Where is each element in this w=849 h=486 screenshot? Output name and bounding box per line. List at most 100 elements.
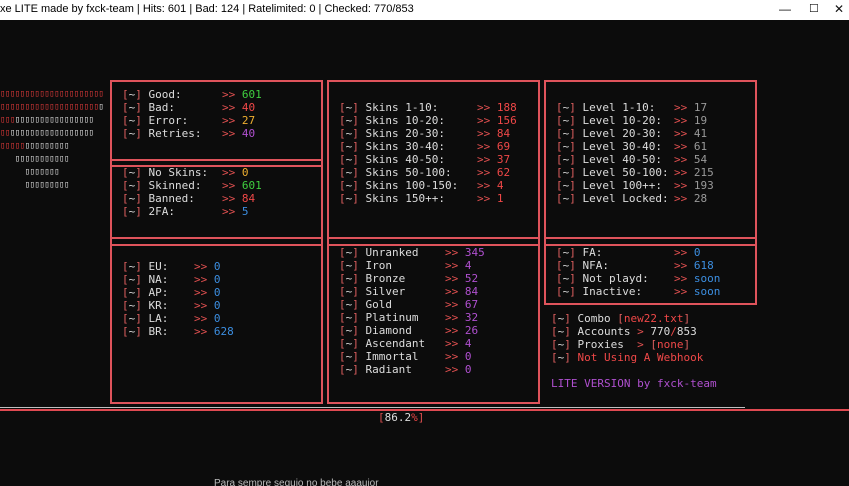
skins_state-label: Banned: — [148, 192, 195, 205]
access-label: FA: — [582, 246, 603, 259]
skins-value: >> 156 — [477, 114, 517, 127]
regions-value: >> 0 — [194, 260, 221, 273]
skins-value: >> 69 — [477, 140, 511, 153]
status-value: >> 40 — [222, 101, 256, 114]
ranks-value: >> 345 — [445, 246, 485, 259]
levels-label: Level 10-20: — [582, 114, 662, 127]
ranks-value: >> 67 — [445, 298, 479, 311]
skins-label: Skins 50-100: — [365, 166, 452, 179]
ranks-label: Silver — [365, 285, 406, 298]
cutoff-text: Para sempre sequio no bebe aaauior — [214, 478, 379, 486]
ranks-label: Radiant — [365, 363, 412, 376]
levels-label: Level Locked: — [582, 192, 669, 205]
access-value: >> soon — [674, 272, 721, 285]
ranks-row: [~] Immortal — [339, 350, 419, 363]
levels-label: Level 100++: — [582, 179, 662, 192]
skins-row: [~] Skins 10-20: — [339, 114, 445, 127]
skins_state-label: 2FA: — [148, 205, 176, 218]
regions-value: >> 0 — [194, 299, 221, 312]
access-row: [~] Inactive: — [556, 285, 643, 298]
skins-label: Skins 20-30: — [365, 127, 445, 140]
webhook-line: [~] Not Using A Webhook — [551, 351, 704, 364]
regions-label: LA: — [148, 312, 169, 325]
regions-row: [~] KR: — [122, 299, 169, 312]
ranks-label: Iron — [365, 259, 393, 272]
levels-value: >> 215 — [674, 166, 714, 179]
ranks-label: Bronze — [365, 272, 406, 285]
regions-value: >> 628 — [194, 325, 234, 338]
skins-row: [~] Skins 20-30: — [339, 127, 445, 140]
progress-bar — [0, 409, 849, 411]
access-label: Inactive: — [582, 285, 643, 298]
levels-row: [~] Level 40-50: — [556, 153, 662, 166]
regions-label: KR: — [148, 299, 169, 312]
skins-value: >> 37 — [477, 153, 511, 166]
skins_state-value: >> 0 — [222, 166, 249, 179]
levels-row: [~] Level 10-20: — [556, 114, 662, 127]
ranks-label: Platinum — [365, 311, 419, 324]
access-value: >> 618 — [674, 259, 714, 272]
skins_state-label: Skinned: — [148, 179, 202, 192]
regions-label: EU: — [148, 260, 169, 273]
skins_state-row: [~] Banned: — [122, 192, 195, 205]
levels-value: >> 41 — [674, 127, 708, 140]
access-value: >> soon — [674, 285, 721, 298]
regions-row: [~] AP: — [122, 286, 169, 299]
skins-row: [~] Skins 40-50: — [339, 153, 445, 166]
regions-label: BR: — [148, 325, 169, 338]
status-value: >> 40 — [222, 127, 256, 140]
ranks-label: Diamond — [365, 324, 412, 337]
ascii-logo: ▯▯▯▯▯▯▯▯▯▯▯▯▯▯▯▯▯▯▯▯▯ ▯▯▯▯▯▯▯▯▯▯▯▯▯▯▯▯▯▯… — [0, 89, 104, 190]
status-value: >> 27 — [222, 114, 256, 127]
maximize-button[interactable]: ☐ — [809, 2, 819, 15]
skins_state-row: [~] No Skins: — [122, 166, 209, 179]
regions-row: [~] EU: — [122, 260, 169, 273]
ranks-value: >> 4 — [445, 337, 472, 350]
skins_state-row: [~] 2FA: — [122, 205, 175, 218]
access-value: >> 0 — [674, 246, 701, 259]
window-title: xe LITE made by fxck-team | Hits: 601 | … — [0, 3, 414, 15]
skins-row: [~] Skins 150++: — [339, 192, 445, 205]
levels-value: >> 61 — [674, 140, 708, 153]
regions-row: [~] LA: — [122, 312, 169, 325]
close-button[interactable]: ✕ — [834, 2, 844, 16]
ranks-value: >> 26 — [445, 324, 479, 337]
ranks-label: Unranked — [365, 246, 419, 259]
skins-value: >> 188 — [477, 101, 517, 114]
proxies-line: [~] Proxies > [none] — [551, 338, 691, 351]
skins-label: Skins 100-150: — [365, 179, 459, 192]
minimize-button[interactable]: — — [779, 2, 791, 16]
ranks-value: >> 0 — [445, 350, 472, 363]
ranks-value: >> 84 — [445, 285, 479, 298]
ranks-row: [~] Platinum — [339, 311, 419, 324]
ranks-value: >> 0 — [445, 363, 472, 376]
status-row: [~] Error: — [122, 114, 189, 127]
levels-row: [~] Level 20-30: — [556, 127, 662, 140]
levels-value: >> 28 — [674, 192, 708, 205]
accounts-line: [~] Accounts > 770/853 — [551, 325, 697, 338]
access-label: NFA: — [582, 259, 610, 272]
status-value: >> 601 — [222, 88, 262, 101]
skins-row: [~] Skins 1-10: — [339, 101, 439, 114]
skins_state-label: No Skins: — [148, 166, 209, 179]
skins-value: >> 4 — [477, 179, 504, 192]
status-label: Good: — [148, 88, 182, 101]
skins_state-row: [~] Skinned: — [122, 179, 202, 192]
levels-row: [~] Level Locked: — [556, 192, 669, 205]
levels-label: Level 30-40: — [582, 140, 662, 153]
levels-label: Level 1-10: — [582, 101, 656, 114]
regions-value: >> 0 — [194, 273, 221, 286]
levels-label: Level 40-50: — [582, 153, 662, 166]
status-row: [~] Good: — [122, 88, 182, 101]
ranks-label: Immortal — [365, 350, 419, 363]
ranks-row: [~] Ascendant — [339, 337, 426, 350]
skins-label: Skins 150++: — [365, 192, 445, 205]
levels-row: [~] Level 30-40: — [556, 140, 662, 153]
combo-line: [~] Combo [new22.txt] — [551, 312, 691, 325]
progress-readout: [86.2%] — [378, 411, 425, 424]
regions-row: [~] NA: — [122, 273, 169, 286]
status-row: [~] Bad: — [122, 101, 175, 114]
regions-label: NA: — [148, 273, 169, 286]
access-row: [~] FA: — [556, 246, 603, 259]
ranks-label: Gold — [365, 298, 393, 311]
